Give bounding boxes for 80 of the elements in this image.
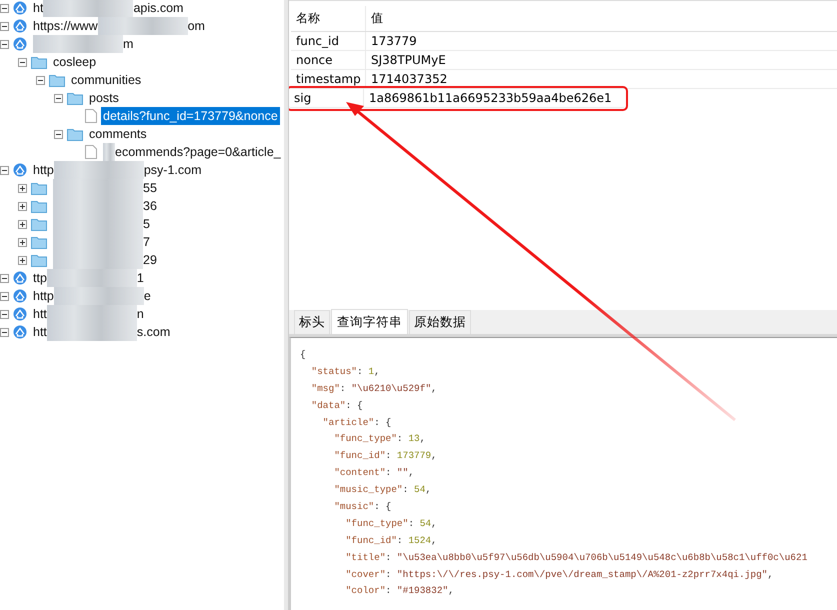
code-line: "music": { (333, 500, 392, 514)
param-name: nonce (291, 51, 366, 69)
expander-toggle[interactable] (18, 202, 27, 210)
tree-item-label[interactable]: posts (89, 91, 119, 105)
tab[interactable]: 标头 (294, 310, 330, 334)
tree-item-label[interactable]: http (33, 289, 54, 303)
folder-icon (49, 74, 65, 86)
code-line: "article": { (322, 416, 392, 430)
tree-item-label[interactable]: http (33, 163, 54, 177)
folder-icon (67, 92, 83, 104)
code-line: "func_type": 13, (333, 432, 426, 446)
code-line: "func_type": 54, (344, 516, 438, 531)
code-line: "color": "#193832", (344, 584, 455, 598)
tree-item-label[interactable]: cosleep (53, 55, 96, 69)
expander-toggle[interactable] (18, 220, 27, 228)
expander-toggle[interactable] (0, 274, 9, 282)
code-line: "status": 1, (310, 364, 381, 379)
code-line: "func_id": 1524, (344, 534, 438, 548)
expander-toggle[interactable] (18, 256, 27, 264)
column-header[interactable]: 名称 (291, 6, 366, 31)
tree-item-label[interactable]: 5 (143, 217, 150, 231)
tree-item-label[interactable]: https://www (33, 19, 98, 33)
expander-toggle[interactable] (0, 328, 9, 336)
expander-toggle[interactable] (0, 40, 9, 48)
tree-item-label[interactable]: ttp (33, 271, 47, 285)
tree-item-label[interactable]: htt (33, 325, 47, 339)
tree-item-label[interactable]: comments (89, 127, 147, 141)
tree-item-label[interactable]: apis.com (133, 1, 184, 15)
folder-icon (31, 56, 47, 68)
expander-toggle[interactable] (18, 184, 27, 192)
tree-item-label[interactable]: 29 (143, 253, 157, 267)
code-line: "content": "", (333, 466, 416, 480)
tree-item-label[interactable]: n (136, 307, 144, 321)
code-line: "func_id": 173779, (333, 449, 438, 464)
code-line: "music_type": 54, (333, 483, 432, 498)
tree-item-label[interactable]: 1 (136, 271, 144, 285)
param-name: timestamp (291, 70, 366, 88)
code-line: "msg": "\u6210\u529f", (310, 382, 438, 396)
folder-icon (31, 182, 47, 194)
param-name: func_id (291, 32, 366, 50)
folder-icon (67, 128, 83, 140)
code-line: "cover": "https:\/\/res.psy-1.com\/pve\/dream_stamp\/A%201-z2prr7x4qi.jpg", (344, 568, 774, 582)
folder-icon (31, 200, 47, 212)
expander-toggle[interactable] (36, 76, 45, 84)
tree-item-label[interactable]: 36 (143, 199, 157, 213)
folder-icon (31, 218, 47, 230)
tree-item-label[interactable]: e (144, 289, 151, 303)
expander-toggle[interactable] (0, 22, 9, 30)
tree-item-label[interactable]: htt (33, 307, 47, 321)
tree-item-label[interactable]: psy-1.com (144, 163, 202, 177)
code-line: "data": { (310, 398, 364, 413)
tree-item-label[interactable]: m (123, 37, 134, 51)
folder-icon (31, 254, 47, 266)
tree-item-label[interactable]: 55 (143, 181, 157, 195)
file-icon (85, 109, 97, 123)
expander-toggle[interactable] (54, 94, 63, 102)
tab[interactable]: 查询字符串 (331, 309, 408, 334)
column-header[interactable]: 值 (366, 10, 837, 27)
tree-item-label[interactable]: communities (71, 73, 142, 87)
tab[interactable]: 原始数据 (409, 310, 471, 334)
param-value: SJ38TPUMyE (370, 53, 447, 67)
code-line: { (300, 348, 307, 362)
file-icon (85, 145, 97, 159)
expander-toggle[interactable] (54, 130, 63, 138)
expander-toggle[interactable] (18, 238, 27, 246)
tree-item-label[interactable]: om (188, 19, 205, 33)
param-value: 173779 (370, 34, 418, 48)
param-value: 1a869861b11a6695233b59aa4be626e1 (368, 91, 613, 105)
expander-toggle[interactable] (0, 310, 9, 318)
tree-item-label[interactable]: s.com (136, 325, 170, 339)
tree-item-label[interactable]: 7 (143, 235, 150, 249)
expander-toggle[interactable] (0, 166, 9, 174)
expander-toggle[interactable] (0, 4, 9, 12)
param-value: 1714037352 (370, 72, 448, 86)
code-line: "title": "\u53ea\u8bb0\u5f97\u56db\u5904\u706b\u5149\u548c\u6b8b\u58c1\uff0c\u621 (344, 550, 808, 565)
tree-item-label[interactable]: ht (33, 1, 44, 15)
tree-item-label[interactable]: ecommends?page=0&article_ (115, 145, 281, 159)
folder-icon (31, 236, 47, 248)
expander-toggle[interactable] (0, 292, 9, 300)
expander-toggle[interactable] (18, 58, 27, 66)
